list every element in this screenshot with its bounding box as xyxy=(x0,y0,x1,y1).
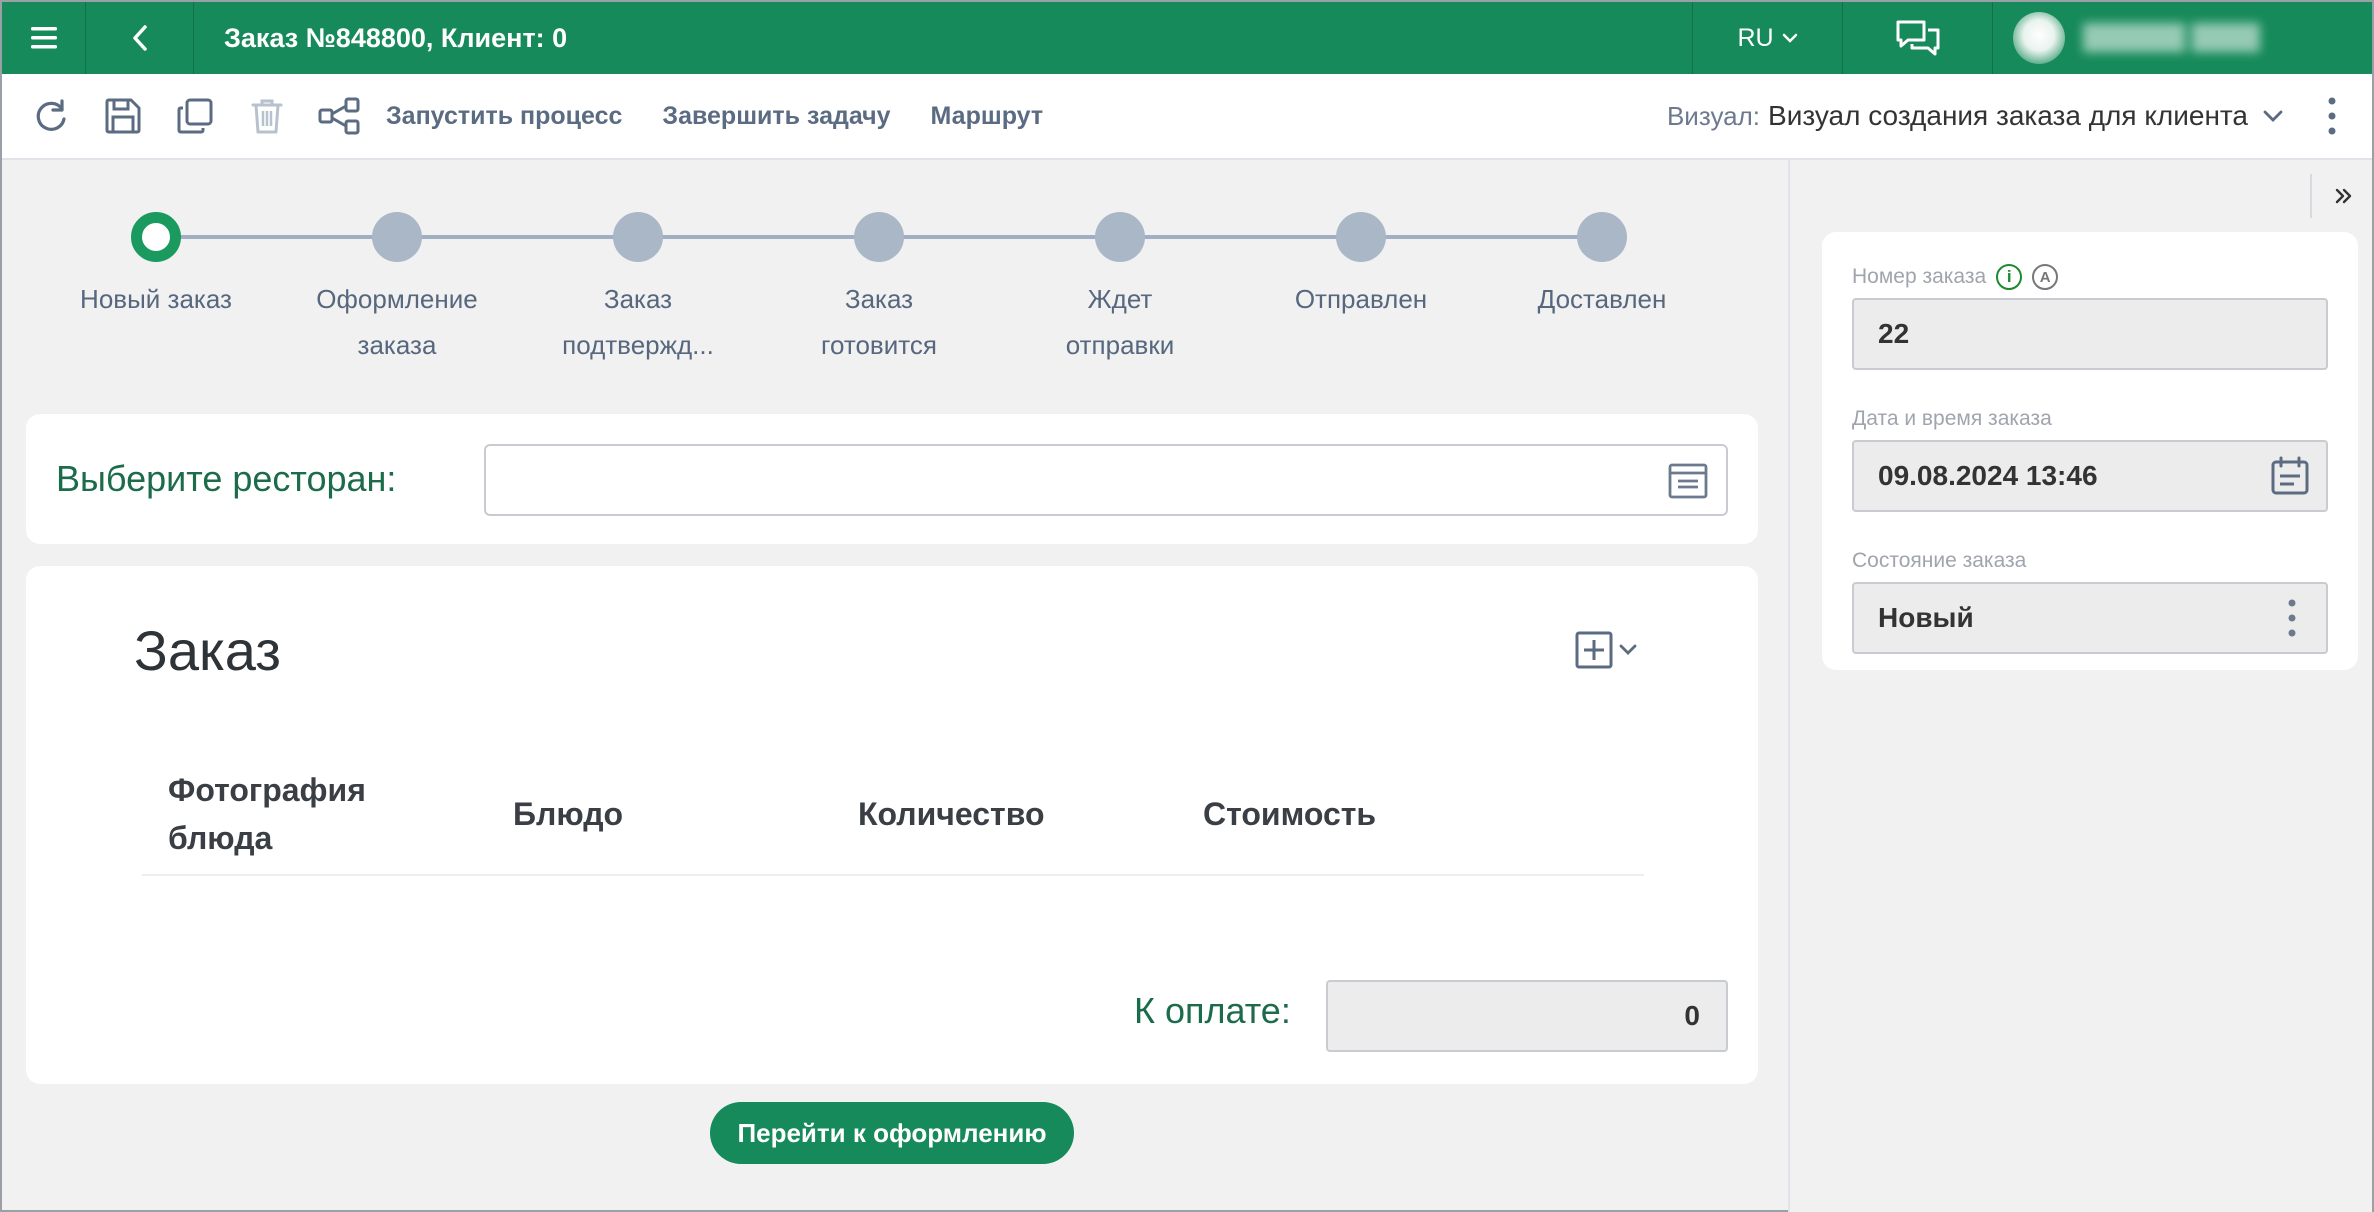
page-title: Заказ №848800, Клиент: 0 xyxy=(224,22,568,53)
step-cooking[interactable]: Заказ готовится xyxy=(759,212,999,368)
step-dot xyxy=(854,212,904,262)
save-button[interactable] xyxy=(98,91,148,141)
step-dot-active xyxy=(131,212,181,262)
step-dot xyxy=(613,212,663,262)
column-header: Блюдо xyxy=(513,796,624,832)
refresh-icon xyxy=(36,99,66,131)
column-header: Количество xyxy=(858,796,1045,832)
language-code: RU xyxy=(1737,23,1774,52)
total-label: К оплате: xyxy=(1134,990,1291,1031)
back-button[interactable] xyxy=(86,2,194,74)
step-dot xyxy=(1095,212,1145,262)
save-icon xyxy=(105,98,141,134)
order-datetime-label: Дата и время заказа xyxy=(1852,407,2052,430)
order-properties-card: Номер заказа i A 22 Дата и время заказа … xyxy=(1822,232,2358,670)
visual-label: Визуал: xyxy=(1666,100,1761,131)
step-dot xyxy=(1336,212,1386,262)
chat-icon xyxy=(1896,20,1939,56)
order-state-value: Новый xyxy=(1878,602,1974,633)
chevron-left-icon xyxy=(132,25,147,51)
complete-task-link[interactable]: Завершить задачу xyxy=(662,102,890,131)
order-table-header: Фотография блюда Блюдо Количество Стоимо… xyxy=(142,754,1644,876)
menu-button[interactable] xyxy=(2,2,86,74)
chevron-down-icon xyxy=(1619,644,1637,655)
order-number-field[interactable]: 22 xyxy=(1852,298,2328,370)
order-title: Заказ xyxy=(134,619,281,682)
step-label: Оформление заказа xyxy=(316,284,478,360)
avatar xyxy=(2013,12,2065,64)
side-panel: Номер заказа i A 22 Дата и время заказа … xyxy=(1788,160,2372,1212)
step-label: Отправлен xyxy=(1294,284,1428,314)
lookup-list-icon[interactable] xyxy=(1668,462,1708,500)
order-state-label: Состояние заказа xyxy=(1852,549,2027,572)
user-name-blurred: ██████ ████ xyxy=(2083,24,2260,51)
step-label: Заказ готовится xyxy=(821,284,937,360)
auto-number-icon[interactable]: A xyxy=(2032,264,2059,290)
total-field: 0 xyxy=(1326,980,1728,1052)
hamburger-icon xyxy=(30,27,57,49)
order-state-field[interactable]: Новый xyxy=(1852,582,2328,654)
more-options-button[interactable] xyxy=(2312,97,2352,135)
share-nodes-icon xyxy=(318,97,360,135)
route-link[interactable]: Маршрут xyxy=(931,102,1044,131)
step-awaiting-dispatch[interactable]: Ждет отправки xyxy=(1000,212,1240,368)
copy-button[interactable] xyxy=(170,91,220,141)
process-stepper: Новый заказ Оформление заказа Заказ подт… xyxy=(2,160,1788,410)
visual-dropdown-button[interactable] xyxy=(2262,109,2284,123)
step-dot xyxy=(1577,212,1627,262)
refresh-button[interactable] xyxy=(26,91,76,141)
state-options-button[interactable] xyxy=(2288,599,2296,637)
add-box-icon xyxy=(1575,631,1613,669)
step-new-order[interactable]: Новый заказ xyxy=(36,212,276,322)
step-label: Доставлен xyxy=(1537,284,1667,314)
step-sent[interactable]: Отправлен xyxy=(1241,212,1481,322)
delete-button[interactable] xyxy=(242,91,292,141)
language-selector[interactable]: RU xyxy=(1692,2,1842,74)
toolbar: Запустить процесс Завершить задачу Маршр… xyxy=(2,74,2372,160)
top-bar: Заказ №848800, Клиент: 0 RU ██████ ████ xyxy=(2,2,2372,74)
order-datetime-value: 09.08.2024 13:46 xyxy=(1878,460,2098,491)
order-number-label-row: Номер заказа i A xyxy=(1852,262,2328,292)
add-row-button[interactable] xyxy=(1574,630,1638,670)
step-label: Новый заказ xyxy=(80,284,232,314)
proceed-to-checkout-button[interactable]: Перейти к оформлению xyxy=(710,1102,1074,1164)
restaurant-lookup-field[interactable] xyxy=(484,444,1728,516)
column-header: Стоимость xyxy=(1203,796,1377,832)
step-registration[interactable]: Оформление заказа xyxy=(277,212,517,368)
double-chevron-right-icon xyxy=(2335,188,2352,204)
info-icon[interactable]: i xyxy=(1996,264,2023,290)
restaurant-label: Выберите ресторан: xyxy=(56,458,397,499)
step-confirmed[interactable]: Заказ подтвержд... xyxy=(518,212,758,368)
calendar-button[interactable] xyxy=(2270,456,2310,496)
collapse-panel-button[interactable] xyxy=(2310,174,2354,218)
calendar-icon xyxy=(2271,456,2309,495)
kebab-icon xyxy=(2328,97,2336,135)
order-card: Заказ Фотография блюда Блюдо Количество … xyxy=(26,566,1758,1084)
share-button[interactable] xyxy=(314,91,364,141)
copy-icon xyxy=(177,98,213,134)
user-menu[interactable]: ██████ ████ xyxy=(1992,2,2372,74)
visual-selector[interactable]: Визуал создания заказа для клиента xyxy=(1768,100,2248,132)
step-delivered[interactable]: Доставлен xyxy=(1482,212,1722,322)
start-process-link[interactable]: Запустить процесс xyxy=(386,102,622,131)
trash-icon xyxy=(251,99,283,134)
chat-button[interactable] xyxy=(1842,2,1992,74)
column-header: Фотография блюда xyxy=(168,772,366,856)
order-datetime-field[interactable]: 09.08.2024 13:46 xyxy=(1852,440,2328,512)
step-label: Ждет отправки xyxy=(1065,284,1175,360)
step-label: Заказ подтвержд... xyxy=(562,284,714,360)
kebab-icon xyxy=(2288,599,2296,637)
step-dot xyxy=(372,212,422,262)
restaurant-card: Выберите ресторан: xyxy=(26,414,1758,544)
chevron-down-icon xyxy=(1782,33,1797,43)
order-number-label: Номер заказа xyxy=(1852,265,1987,288)
chevron-down-icon xyxy=(2263,110,2283,122)
